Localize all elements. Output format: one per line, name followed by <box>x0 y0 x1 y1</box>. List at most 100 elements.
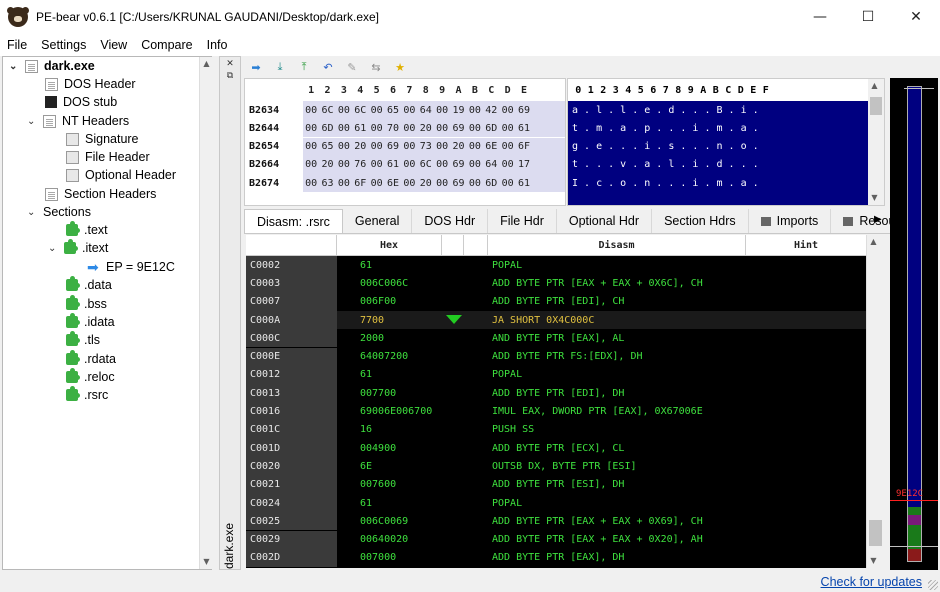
tree-item-sections[interactable]: ⌄ Sections <box>27 203 91 221</box>
disasm-row[interactable]: C0025 006C0069 ADD BYTE PTR [EAX + EAX + 0… <box>246 512 866 531</box>
float-dock-icon[interactable]: ⧉ <box>224 71 236 81</box>
resize-grip-icon[interactable] <box>928 580 938 590</box>
hex-byte[interactable]: 69 <box>450 178 466 189</box>
hex-byte[interactable]: 00 <box>500 123 516 134</box>
ascii-row[interactable]: t . . . v . a . l . i . d . . . <box>572 156 759 174</box>
hex-byte[interactable]: 65 <box>319 141 335 152</box>
tab-disasm[interactable]: Disasm: .rsrc <box>244 209 343 233</box>
dock-file-label[interactable]: dark.exe <box>222 523 236 569</box>
disasm-row[interactable]: C001C 16 PUSH SS <box>246 420 866 439</box>
menu-view[interactable]: View <box>93 38 134 52</box>
tab-imports[interactable]: Imports <box>749 209 832 233</box>
hex-byte[interactable]: 61 <box>385 159 401 170</box>
maximize-button[interactable]: ☐ <box>844 0 892 34</box>
hex-byte[interactable]: 00 <box>500 159 516 170</box>
hex-byte[interactable]: 6C <box>319 105 335 116</box>
hex-byte[interactable]: 70 <box>385 123 401 134</box>
undo-icon[interactable]: ↶ <box>316 57 340 77</box>
tab-file-hdr[interactable]: File Hdr <box>488 209 557 233</box>
ascii-row[interactable]: I . c . o . n . . . i . m . a . <box>572 174 759 192</box>
ascii-selection[interactable]: a . l . l . e . d . . . B . i .t . m . a… <box>568 101 868 205</box>
disasm-row[interactable]: C001D 004900 ADD BYTE PTR [ECX], CL <box>246 439 866 458</box>
ascii-row[interactable]: g . e . . . i . s . . . n . o . <box>572 138 759 156</box>
ascii-view[interactable]: 0123456789ABCDEF a . l . l . e . d . . .… <box>567 78 885 206</box>
hex-byte[interactable]: 69 <box>385 141 401 152</box>
save-page-icon[interactable]: ⤓ <box>268 57 292 77</box>
hex-byte[interactable]: 6F <box>516 141 532 152</box>
hex-byte[interactable]: 00 <box>467 178 483 189</box>
hex-byte[interactable]: 20 <box>352 141 368 152</box>
hex-byte[interactable]: 00 <box>336 123 352 134</box>
tab-section-hdrs[interactable]: Section Hdrs <box>652 209 749 233</box>
hex-byte[interactable]: 00 <box>467 141 483 152</box>
hex-byte[interactable]: 6D <box>483 178 499 189</box>
tree-item-section-tls[interactable]: .tls <box>66 331 100 349</box>
disasm-row[interactable]: C0002 61 POPAL <box>246 256 866 275</box>
hex-bytes[interactable]: 00 20 00 76 00 61 00 6C 00 69 00 64 00 17 <box>303 155 565 174</box>
disasm-row[interactable]: C0016 69006E006700 IMUL EAX, DWORD PTR [EA… <box>246 402 866 421</box>
hex-byte[interactable]: 61 <box>352 123 368 134</box>
hex-byte[interactable]: 6E <box>483 141 499 152</box>
hex-byte[interactable]: 69 <box>450 123 466 134</box>
tree-root[interactable]: ⌄ dark.exe <box>9 57 95 75</box>
menu-settings[interactable]: Settings <box>34 38 93 52</box>
scroll-up-icon[interactable]: ▲ <box>200 57 213 71</box>
star-icon[interactable]: ★ <box>388 57 412 77</box>
disasm-row[interactable]: C0020 6E OUTSB DX, BYTE PTR [ESI] <box>246 457 866 476</box>
go-forward-icon[interactable]: ➡ <box>244 57 268 77</box>
hex-byte[interactable]: 00 <box>500 105 516 116</box>
hex-byte[interactable]: 6C <box>418 159 434 170</box>
hex-byte[interactable]: 00 <box>401 105 417 116</box>
check-updates-link[interactable]: Check for updates <box>821 575 922 589</box>
hex-byte[interactable]: 6C <box>352 105 368 116</box>
hex-byte[interactable]: 64 <box>483 159 499 170</box>
hex-byte[interactable]: 00 <box>401 178 417 189</box>
hex-byte[interactable]: 76 <box>352 159 368 170</box>
minimize-button[interactable]: — <box>796 0 844 34</box>
hex-byte[interactable]: 64 <box>418 105 434 116</box>
hex-byte[interactable]: 00 <box>434 105 450 116</box>
chevron-down-icon[interactable]: ⌄ <box>27 116 37 127</box>
tree-item-section-idata[interactable]: .idata <box>66 313 115 331</box>
tree-item-section-text[interactable]: .text <box>66 221 108 239</box>
hex-ascii-icon[interactable]: ⇆ <box>364 57 388 77</box>
hex-byte[interactable]: 00 <box>434 123 450 134</box>
menu-compare[interactable]: Compare <box>134 38 199 52</box>
disasm-row[interactable]: C0013 007700 ADD BYTE PTR [EDI], DH <box>246 384 866 403</box>
tree-item-dos-stub[interactable]: DOS stub <box>45 93 117 111</box>
hex-byte[interactable]: 00 <box>369 159 385 170</box>
disasm-row[interactable]: C0021 007600 ADD BYTE PTR [ESI], DH <box>246 475 866 494</box>
hex-byte[interactable]: 65 <box>385 105 401 116</box>
hex-byte[interactable]: 00 <box>434 178 450 189</box>
disasm-row[interactable]: C0024 61 POPAL <box>246 493 866 513</box>
ascii-row[interactable]: t . m . a . p . . . i . m . a . <box>572 119 759 137</box>
tree-item-section-itext[interactable]: ⌄ .itext <box>48 239 108 257</box>
hex-byte[interactable]: 00 <box>303 123 319 134</box>
ascii-scrollbar[interactable]: ▲ ▼ <box>868 79 884 205</box>
hex-bytes[interactable]: 00 65 00 20 00 69 00 73 00 20 00 6E 00 6F <box>303 137 565 156</box>
tab-general[interactable]: General <box>343 209 413 233</box>
hex-byte[interactable]: 00 <box>434 141 450 152</box>
hex-byte[interactable]: 00 <box>500 141 516 152</box>
tree-item-signature[interactable]: Signature <box>66 130 139 148</box>
hex-byte[interactable]: 00 <box>401 159 417 170</box>
disasm-row[interactable]: C0029 00640020 ADD BYTE PTR [EAX + EAX + 0… <box>246 530 866 549</box>
disassembly-view[interactable]: Hex Disasm Hint C0002 61 POPAL C0003 006C006… <box>246 235 866 568</box>
scroll-down-icon[interactable]: ▼ <box>867 554 880 568</box>
scroll-thumb[interactable] <box>870 97 882 115</box>
tree-item-dos-header[interactable]: DOS Header <box>45 75 136 93</box>
hex-byte[interactable]: 20 <box>418 178 434 189</box>
hex-byte[interactable]: 6F <box>352 178 368 189</box>
disasm-row[interactable]: C0003 006C006C ADD BYTE PTR [EAX + EAX + 0… <box>246 274 866 293</box>
hex-row[interactable]: B2634 00 6C 00 6C 00 65 00 64 00 19 00 42 00 69 <box>245 101 565 119</box>
hex-byte[interactable]: 63 <box>319 178 335 189</box>
hex-bytes[interactable]: 00 6D 00 61 00 70 00 20 00 69 00 6D 00 61 <box>303 119 565 138</box>
disasm-row[interactable]: C000E 64007200 ADD BYTE PTR FS:[EDX], DH <box>246 347 866 366</box>
hex-byte[interactable]: 69 <box>516 105 532 116</box>
scroll-up-icon[interactable]: ▲ <box>868 79 881 93</box>
hex-byte[interactable]: 17 <box>516 159 532 170</box>
hex-byte[interactable]: 69 <box>450 159 466 170</box>
hex-byte[interactable]: 00 <box>303 159 319 170</box>
chevron-down-icon[interactable]: ⌄ <box>9 61 19 72</box>
load-page-icon[interactable]: ⤒ <box>292 57 316 77</box>
